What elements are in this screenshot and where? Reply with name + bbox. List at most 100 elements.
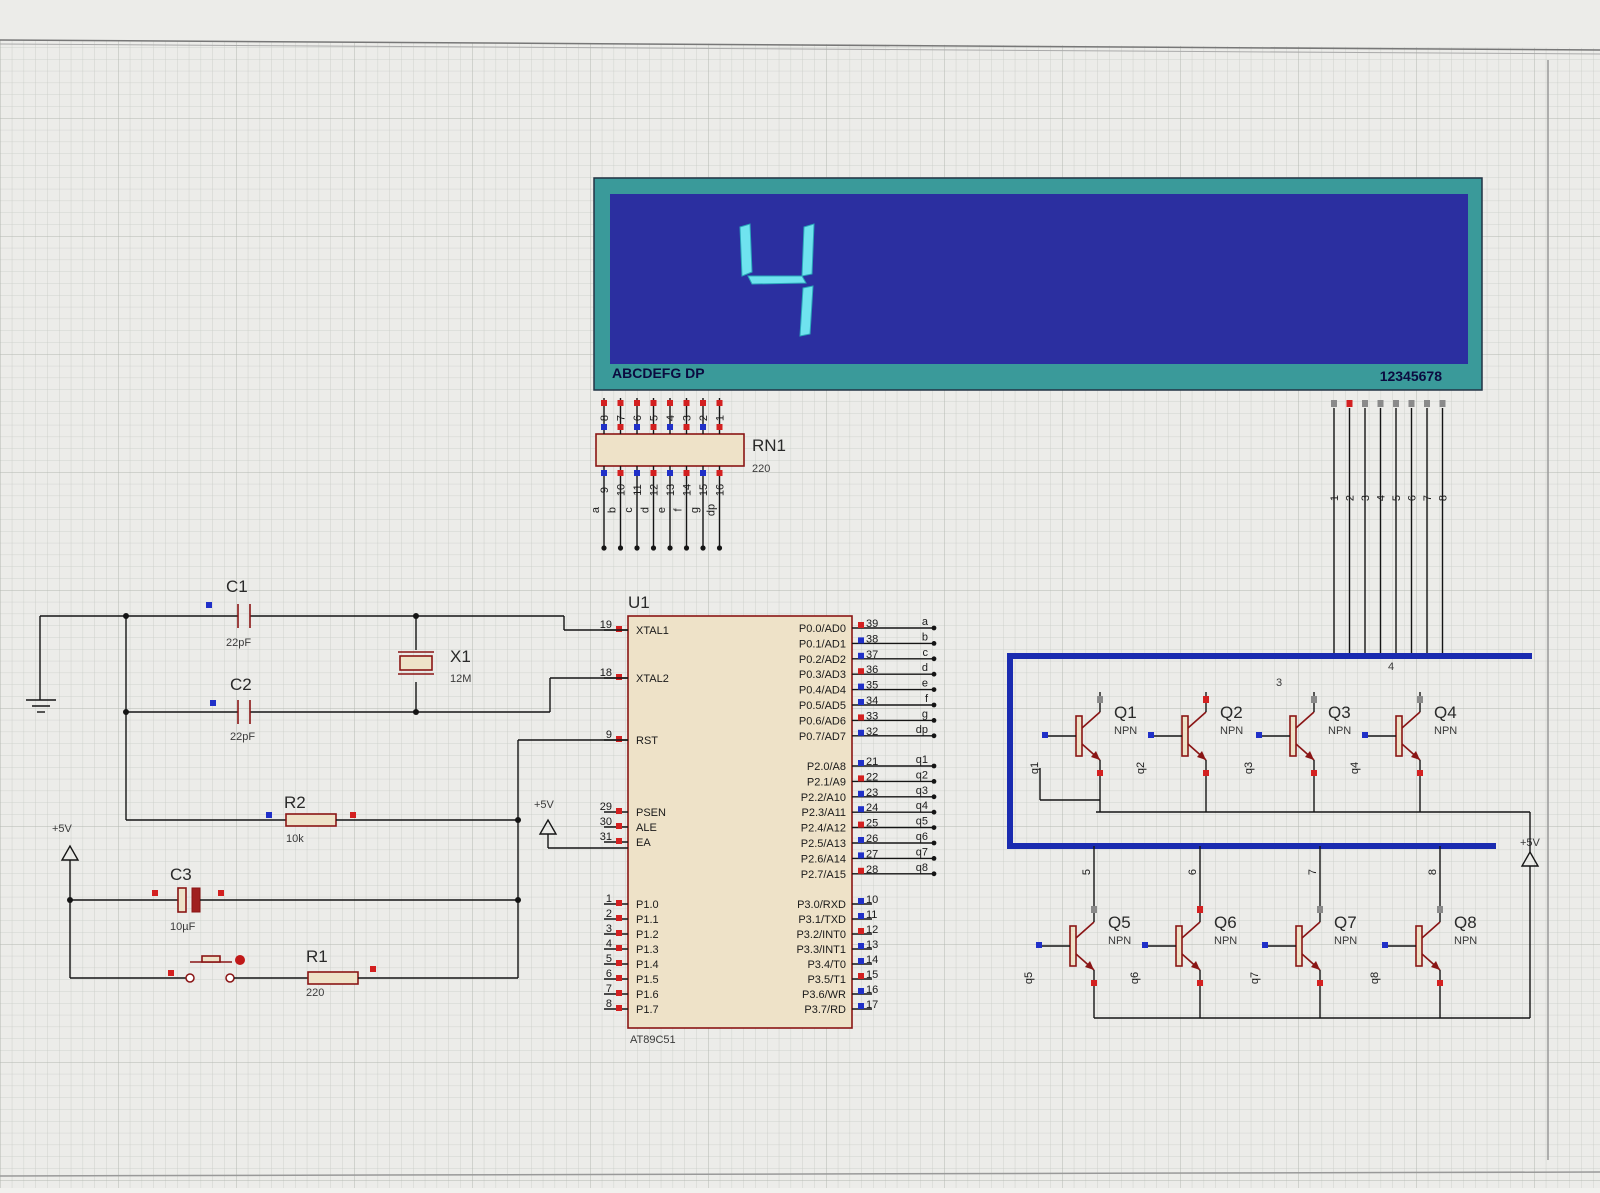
mcu-pin-name: P2.5/A13 xyxy=(801,838,846,850)
pin-marker xyxy=(1331,400,1337,407)
mcu-ref: U1 xyxy=(628,593,650,612)
mcu-net-label: q6 xyxy=(916,831,928,843)
rn1-top-pin-number: 1 xyxy=(715,415,727,421)
mcu-pin-number: 10 xyxy=(866,894,878,906)
pin-marker xyxy=(616,838,622,844)
pin-marker xyxy=(683,400,690,406)
pin-marker xyxy=(1142,942,1148,948)
mcu-pin-number: 16 xyxy=(866,984,878,996)
rn1-top-pin-number: 3 xyxy=(682,415,694,421)
rn1-net-label: g xyxy=(689,507,701,513)
pin-marker xyxy=(1362,400,1368,407)
mcu-pin-number: 39 xyxy=(866,618,878,630)
mcu-pin-name: P0.3/AD3 xyxy=(799,669,846,681)
transistor-base-net: q2 xyxy=(1135,762,1147,774)
pin-marker xyxy=(716,470,723,476)
c2-ref: C2 xyxy=(230,675,252,694)
pin-marker xyxy=(858,622,864,628)
bus-label-4: 4 xyxy=(1388,661,1394,673)
x1-value: 12M xyxy=(450,673,471,685)
pin-marker xyxy=(858,699,864,705)
transistor-type: NPN xyxy=(1334,935,1357,947)
mcu-pin-name: P0.6/AD6 xyxy=(799,715,846,727)
transistor-type: NPN xyxy=(1328,725,1351,737)
pin-marker xyxy=(650,400,657,406)
mcu-pin-number: 4 xyxy=(606,938,612,950)
schematic-svg: ABCDEFG DP 12345678 RN1 220 8 7 6 5 4 3 2 19a10… xyxy=(0,0,1600,1188)
net-dot xyxy=(931,825,937,830)
mcu-net-label: q8 xyxy=(916,862,928,874)
rn1-net-label: d xyxy=(640,507,652,513)
mcu-pin-number: 2 xyxy=(606,908,612,920)
transistor-type: NPN xyxy=(1108,935,1131,947)
mcu-net-label: d xyxy=(922,662,928,674)
pin-marker xyxy=(667,400,673,406)
mcu-pin-number: 3 xyxy=(606,923,612,935)
pin-marker xyxy=(1262,942,1268,948)
mcu-pin-name: PSEN xyxy=(636,807,666,819)
pin-marker xyxy=(1393,400,1399,407)
mcu-part: AT89C51 xyxy=(630,1034,676,1046)
rn1-pin-number: 14 xyxy=(682,484,694,496)
transistor-base-net: q7 xyxy=(1249,972,1261,984)
net-dot xyxy=(931,871,937,877)
mcu-pin-number: 13 xyxy=(866,939,878,951)
rn1-top-pin-number: 5 xyxy=(649,415,661,421)
transistor-type: NPN xyxy=(1454,935,1477,947)
pin-marker xyxy=(1097,770,1103,776)
mcu-pin-name: P3.3/INT1 xyxy=(796,944,846,956)
transistor-base-net: q3 xyxy=(1243,762,1255,774)
net-dot xyxy=(931,671,937,677)
seven-segment-display[interactable]: ABCDEFG DP 12345678 xyxy=(593,177,1483,391)
mcu-pin-name: P0.4/AD4 xyxy=(799,685,846,697)
pin-marker xyxy=(858,958,864,964)
pin-marker xyxy=(1346,400,1353,407)
mcu-pin-number: 27 xyxy=(866,848,878,860)
mcu-pin-number: 28 xyxy=(866,864,878,876)
pin-marker xyxy=(1417,696,1423,703)
pin-marker xyxy=(634,424,640,430)
pin-marker xyxy=(616,1005,622,1011)
rn1-top-pin-number: 6 xyxy=(632,415,644,421)
pin-marker xyxy=(650,424,657,430)
mcu-net-label: dp xyxy=(916,724,928,736)
mcu-pin-number: 22 xyxy=(866,771,878,783)
net-dot xyxy=(634,545,640,551)
mcu-pin-name: P2.7/A15 xyxy=(801,869,846,881)
mcu-pin-name: P3.7/RD xyxy=(804,1004,846,1016)
schematic-canvas[interactable]: ABCDEFG DP 12345678 RN1 220 8 7 6 5 4 3 2 1 9 a 10… xyxy=(0,0,1600,1188)
pin-marker xyxy=(700,470,706,476)
rn1-top-pin-number: 8 xyxy=(599,415,611,421)
mcu-pin-number: 21 xyxy=(866,756,878,768)
net-dot xyxy=(601,545,607,551)
digit-line-label: 3 xyxy=(1360,495,1372,501)
pin-marker xyxy=(1439,400,1446,407)
digit-line-label: 1 xyxy=(1329,495,1341,501)
transistor-body xyxy=(1075,715,1083,757)
pin-marker xyxy=(601,424,607,430)
mcu-pin-name: P3.6/WR xyxy=(802,989,846,1001)
segment-f xyxy=(739,223,753,277)
mcu-net-label: q1 xyxy=(916,754,928,766)
net-dot xyxy=(931,763,937,769)
net-dot xyxy=(716,545,723,551)
mcu-pin-number: 14 xyxy=(866,954,878,966)
net-dot xyxy=(700,545,706,551)
transistor-ref: Q1 xyxy=(1114,703,1137,722)
pin-marker xyxy=(667,470,673,476)
pin-marker xyxy=(858,637,864,644)
pin-marker xyxy=(1437,906,1443,913)
mcu-pin-name: P0.2/AD2 xyxy=(799,654,846,666)
mcu-pin-number: 18 xyxy=(600,667,612,679)
rn1-pin-number: 9 xyxy=(599,487,611,493)
pin-marker xyxy=(650,470,657,476)
mcu-pin-name: P1.4 xyxy=(636,959,659,971)
rn1-pin-number: 13 xyxy=(665,484,677,496)
transistor-base-net: q8 xyxy=(1369,972,1381,984)
pin-marker xyxy=(601,470,607,476)
pin-marker xyxy=(1317,906,1323,913)
pin-marker xyxy=(616,975,622,981)
pin-marker xyxy=(1417,770,1423,776)
rn1-net-label: b xyxy=(607,507,619,513)
digit-line-label: 5 xyxy=(1391,495,1403,501)
